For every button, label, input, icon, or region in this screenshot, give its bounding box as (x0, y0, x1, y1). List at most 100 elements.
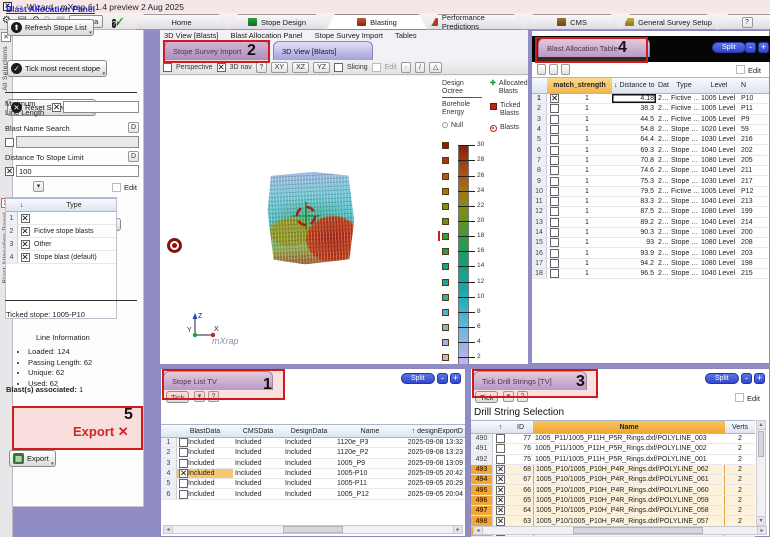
scroll-right-icon[interactable]: ▸ (757, 527, 766, 534)
designdata-header[interactable]: DesignData (283, 428, 335, 435)
tick-checkbox[interactable] (550, 177, 559, 186)
edit-checkbox[interactable] (372, 63, 381, 72)
tab-home[interactable]: Home (135, 14, 228, 30)
tick-checkbox[interactable] (179, 448, 188, 457)
table-row[interactable]: 2138.32…Fictive …1005 LevelP11 (532, 104, 769, 114)
id-header[interactable]: ID (508, 424, 533, 431)
horizontal-scrollbar[interactable]: ◂ ▸ (163, 525, 463, 534)
table-row[interactable]: 2 IncludedIncludedIncluded1120e_P22025-0… (161, 448, 465, 458)
tick-checkbox[interactable]: ✕ (21, 253, 30, 262)
help-button[interactable]: ?▾ (112, 17, 119, 30)
table-row[interactable]: 4✕Stope blast (default) (6, 251, 116, 264)
chevron-down-icon[interactable]: ▾ (33, 181, 44, 192)
split-button[interactable]: Split (712, 42, 746, 53)
tick-column-header[interactable]: ↓ (18, 202, 32, 209)
tab-blasting[interactable]: Blasting (326, 14, 428, 30)
table-row[interactable]: 8174.62…Stope …1040 Level211 (532, 166, 769, 176)
level-header[interactable]: Level (699, 82, 739, 89)
table-row[interactable]: 151932…Stope …1080 Level208 (532, 238, 769, 248)
design-octree-header[interactable]: Design Octree (442, 80, 482, 98)
perspective-checkbox[interactable] (163, 63, 172, 72)
scale-tick-checkbox[interactable] (442, 339, 449, 346)
tick-checkbox[interactable]: ✕ (496, 486, 505, 495)
split-button[interactable]: Split (705, 373, 739, 384)
minimize-button[interactable]: - (741, 373, 752, 384)
table-tool-button[interactable] (537, 64, 546, 75)
table-row[interactable]: 11183.32…Stope …1040 Level213 (532, 197, 769, 207)
distance-checkbox[interactable]: ✕ (5, 167, 14, 176)
xy-view-button[interactable]: XY (271, 62, 288, 73)
view-menu-item[interactable]: Tables (395, 31, 417, 40)
scale-tick-checkbox[interactable] (442, 203, 449, 210)
tick-checkbox[interactable] (550, 197, 559, 206)
tab-help[interactable]: ? (719, 14, 770, 30)
xz-view-button[interactable]: XZ (292, 62, 309, 73)
sort-column-header[interactable]: ↑ (493, 424, 508, 431)
scale-tick-checkbox[interactable] (442, 173, 449, 180)
view-menu-item[interactable]: 3D View [Blasts] (164, 31, 218, 40)
blastdata-header[interactable]: BlastData (177, 428, 233, 435)
scale-tick-checkbox[interactable] (442, 233, 449, 240)
triangle-tool-button[interactable]: △ (429, 62, 442, 73)
table-row[interactable]: 3144.52…Fictive …1005 LevelP9 (532, 115, 769, 125)
tab-3d-view-blasts[interactable]: 3D View [Blasts] (273, 41, 373, 60)
table-row[interactable]: 5 IncludedIncludedIncluded1005-P112025-0… (161, 479, 465, 489)
slicing-checkbox[interactable] (334, 63, 343, 72)
table-row[interactable]: 495✕661005_P10/1005_P10H_P4R_Rings.dxf/P… (471, 485, 755, 495)
tick-checkbox[interactable] (496, 434, 505, 443)
table-row[interactable]: 497✕641005_P10/1005_P10H_P4R_Rings.dxf/P… (471, 506, 755, 516)
blast-name-search-input[interactable] (16, 136, 139, 148)
table-row[interactable]: 2✕Fictive stope blasts (6, 225, 116, 238)
table-row[interactable]: 12187.52…Stope …1080 Level199 (532, 207, 769, 217)
table-row[interactable]: 7170.82…Stope …1080 Level205 (532, 156, 769, 166)
scroll-down-icon[interactable]: ▾ (757, 516, 765, 525)
edit-checkbox[interactable] (735, 393, 744, 402)
maximize-button[interactable]: + (450, 373, 461, 384)
tick-checkbox[interactable]: ✕ (21, 214, 30, 223)
viewport-3d[interactable]: Z Y X mXrap Design Octree Borehole Energ… (160, 76, 528, 364)
scroll-up-icon[interactable]: ▴ (757, 421, 765, 430)
table-row[interactable]: 6 IncludedIncludedIncluded1005_P122025-0… (161, 489, 465, 499)
scale-tick-checkbox[interactable] (442, 248, 449, 255)
table-row[interactable]: 17194.22…Stope …1080 Level198 (532, 259, 769, 269)
scroll-thumb[interactable] (573, 527, 703, 534)
scroll-left-icon[interactable]: ◂ (474, 527, 483, 534)
scroll-thumb[interactable] (758, 431, 764, 457)
table-row[interactable]: 3✕Other (6, 238, 116, 251)
name-header[interactable]: N (739, 82, 769, 89)
minimize-button[interactable]: - (745, 42, 756, 53)
edit-checkbox[interactable] (112, 183, 121, 192)
tick-checkbox[interactable] (550, 218, 559, 227)
table-tool-button[interactable] (549, 64, 558, 75)
table-row[interactable]: 4✕ IncludedIncludedIncluded1005-P102025-… (161, 469, 465, 479)
tick-most-recent-button[interactable]: ✓Tick most recent stope▾ (7, 60, 107, 77)
tick-checkbox[interactable] (550, 115, 559, 124)
table-row[interactable]: 10179.52…Fictive …1005 LevelP12 (532, 187, 769, 197)
line-tool-button[interactable]: / (415, 62, 425, 73)
tick-checkbox[interactable] (550, 187, 559, 196)
minimize-button[interactable]: - (437, 373, 448, 384)
tick-checkbox[interactable] (550, 104, 559, 113)
tick-checkbox[interactable] (550, 238, 559, 247)
scale-tick-checkbox[interactable] (442, 279, 449, 286)
tick-checkbox[interactable] (550, 249, 559, 258)
point-tool-button[interactable]: · (401, 62, 411, 73)
scale-tick-checkbox[interactable] (442, 354, 449, 361)
view-help-button[interactable]: ? (256, 62, 267, 73)
table-row[interactable]: 3 IncludedIncludedIncluded1005_P92025-09… (161, 459, 465, 469)
scroll-thumb[interactable] (283, 526, 343, 533)
tab-cms[interactable]: CMS (524, 14, 620, 30)
tick-checkbox[interactable] (179, 479, 188, 488)
edit-checkbox[interactable] (736, 65, 745, 74)
table-row[interactable]: 491761005_P11/1005_P11H_P5R_Rings.dxf/PO… (471, 444, 755, 454)
tick-checkbox[interactable] (550, 166, 559, 175)
d-button[interactable]: D (128, 122, 139, 133)
tick-checkbox[interactable]: ✕ (496, 465, 505, 474)
tick-checkbox[interactable]: ✕ (21, 240, 30, 249)
tick-checkbox[interactable] (550, 269, 559, 278)
tick-checkbox[interactable] (179, 438, 188, 447)
scale-tick-checkbox[interactable] (442, 309, 449, 316)
tick-checkbox[interactable] (550, 146, 559, 155)
verts-header[interactable]: Verts (725, 424, 755, 431)
tick-checkbox[interactable] (496, 444, 505, 453)
